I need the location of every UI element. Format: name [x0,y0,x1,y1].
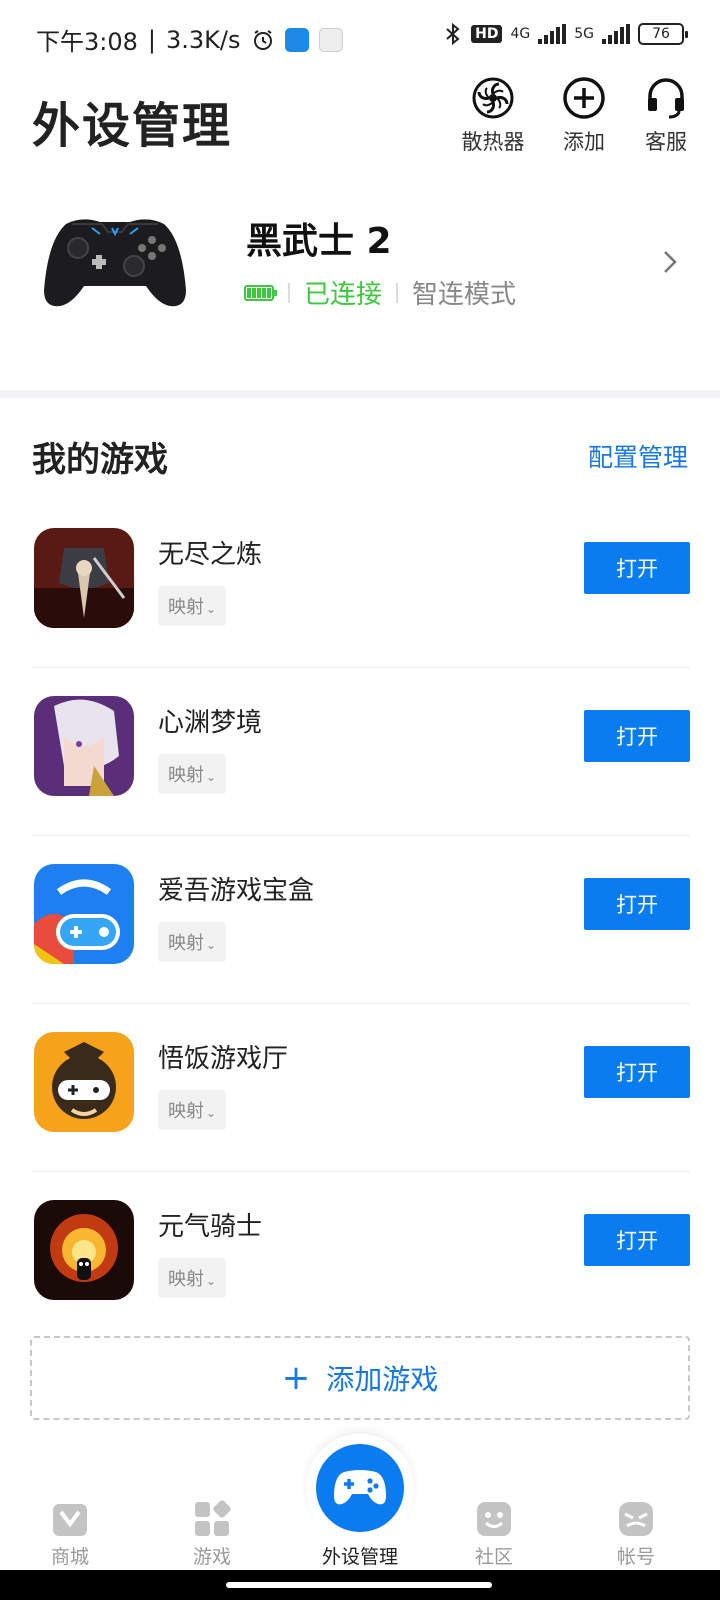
home-indicator[interactable] [226,1582,492,1588]
add-circle-icon [563,77,605,119]
divider [288,282,290,303]
game-icon-yuanqiqishi [34,1200,134,1300]
mapping-label: 映射 [168,597,204,618]
battery-level: 76 [652,26,670,42]
nav-label: 游戏 [192,1546,231,1568]
chevron-down-icon: ⌄ [206,602,217,616]
connection-status: 已连接 [304,280,383,310]
game-row: 元气骑士 映射 ⌄ 打开 [32,1172,690,1340]
customer-service-button[interactable]: 客服 [626,76,706,156]
divider [396,282,399,303]
mapping-dropdown[interactable]: 映射 ⌄ [158,1090,227,1130]
network-4g-label: 4G [510,26,531,42]
game-icon-xinyuanmengjing [34,696,134,796]
app-notification-icon-2 [318,27,343,52]
bottom-nav: 商城 游戏 外设管理 社区 帐号 [0,1434,720,1570]
status-speed: 3.3K/s [166,25,241,54]
game-row: 心渊梦境 映射 ⌄ 打开 [32,668,690,836]
mapping-label: 映射 [168,1101,204,1122]
bluetooth-icon [446,22,460,46]
signal-icon [538,24,567,44]
status-time: 下午3:08 [36,28,138,56]
game-list: 无尽之炼 映射⌄ 打开 心渊梦境 映射⌄ 打开 爱吾游戏宝盒 映射⌄ 打开 [32,500,690,1340]
mapping-label: 映射 [168,1269,204,1290]
nav-item-account[interactable]: 帐号 [576,1500,696,1569]
open-game-button[interactable]: 打开 [584,1046,690,1098]
mapping-dropdown[interactable]: 映射 ⌄ [158,754,227,794]
cooler-label: 散热器 [461,130,525,154]
game-row: 无尽之炼 映射 ⌄ 打开 [32,500,690,668]
alarm-icon [253,29,272,50]
mapping-dropdown[interactable]: 映射 ⌄ [158,586,227,626]
game-name: 悟饭游戏厅 [158,1044,289,1074]
hd-badge: HD [471,25,503,43]
config-management-link[interactable]: 配置管理 [588,438,688,474]
game-name: 心渊梦境 [158,708,263,738]
device-status: 已连接 智连模式 [244,274,516,311]
connection-mode: 智连模式 [412,280,517,310]
games-grid-icon [195,1500,231,1536]
game-name: 爱吾游戏宝盒 [158,876,315,906]
chevron-down-icon: ⌄ [206,1106,217,1120]
status-bar-left: 下午3:08 | 3.3K/s [36,22,343,57]
status-bar-right: HD 4G 5G 76 [443,22,688,46]
mapping-label: 映射 [168,765,204,786]
add-game-button[interactable]: + 添加游戏 [30,1336,690,1420]
page-title: 外设管理 [32,98,233,154]
status-bar: 下午3:08 | 3.3K/s HD 4G 5G 76 [0,0,720,76]
signal-icon-2 [602,24,630,44]
customer-service-label: 客服 [645,130,687,154]
open-game-button[interactable]: 打开 [584,542,690,594]
chevron-down-icon: ⌄ [206,770,217,784]
account-icon [619,1502,653,1536]
device-card[interactable]: 黑武士 2 已连接 智连模式 [0,190,720,390]
battery-icon: 76 [638,23,688,45]
plus-icon: + [281,1358,311,1398]
cooler-button[interactable]: 散热器 [453,76,533,156]
open-game-button[interactable]: 打开 [584,878,690,930]
headset-icon [648,78,684,119]
app-notification-icon [284,27,309,52]
open-game-button[interactable]: 打开 [584,1214,690,1266]
add-game-label: 添加游戏 [326,1363,439,1396]
chevron-down-icon: ⌄ [206,1274,217,1288]
nav-label: 社区 [474,1546,513,1568]
chevron-down-icon: ⌄ [206,938,217,952]
mapping-dropdown[interactable]: 映射 ⌄ [158,922,227,962]
nav-item-store[interactable]: 商城 [10,1500,130,1569]
device-battery-icon [244,284,277,301]
add-label: 添加 [563,130,605,154]
game-icon-aiwu [34,864,134,964]
open-game-button[interactable]: 打开 [584,710,690,762]
game-name: 无尽之炼 [158,540,263,570]
header: 外设管理 散热器 添加 客服 [0,76,720,176]
device-name: 黑武士 2 [246,221,392,262]
nav-label: 帐号 [616,1546,655,1568]
nav-label-active: 外设管理 [321,1546,398,1568]
gamepad-icon [334,1470,386,1505]
status-separator: | [147,25,156,54]
mapping-label: 映射 [168,933,204,954]
game-icon-wujinzhilian [34,528,134,628]
store-icon [53,1504,87,1536]
my-games-title: 我的游戏 [32,440,168,480]
community-icon [477,1502,511,1536]
fan-icon [472,77,514,119]
game-row: 爱吾游戏宝盒 映射 ⌄ 打开 [32,836,690,1004]
game-icon-wufan [34,1032,134,1132]
game-name: 元气骑士 [158,1212,263,1242]
chevron-right-icon [662,248,678,283]
add-button[interactable]: 添加 [544,76,624,156]
network-5g-label: 5G [574,26,594,42]
system-nav-bar [0,1570,720,1600]
gamepad-image [44,219,186,307]
section-divider [0,390,720,398]
nav-item-community[interactable]: 社区 [434,1500,554,1569]
mapping-dropdown[interactable]: 映射 ⌄ [158,1258,227,1298]
nav-item-games[interactable]: 游戏 [152,1500,272,1569]
nav-item-peripherals[interactable] [316,1444,404,1532]
game-row: 悟饭游戏厅 映射 ⌄ 打开 [32,1004,690,1172]
nav-label: 商城 [50,1546,89,1568]
